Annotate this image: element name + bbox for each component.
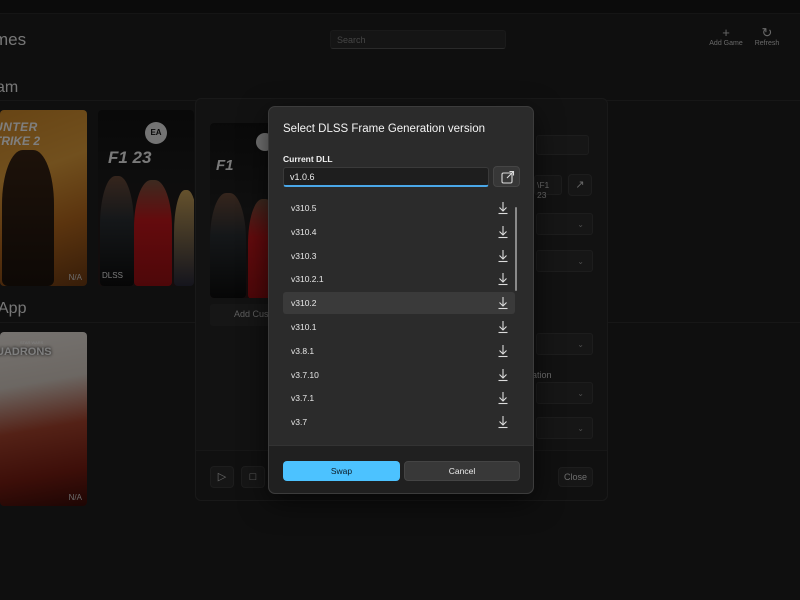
version-label: v310.2.1 — [291, 274, 324, 285]
version-item[interactable]: v310.3 — [283, 245, 515, 267]
version-label: v310.2 — [291, 298, 317, 309]
version-item[interactable]: v3.7.10 — [283, 364, 515, 386]
version-item[interactable]: v3.7.1 — [283, 387, 515, 409]
download-icon[interactable] — [497, 415, 509, 429]
download-icon[interactable] — [497, 320, 509, 334]
version-label: v310.1 — [291, 322, 317, 332]
version-label: v310.5 — [291, 203, 317, 213]
version-label: v3.7 — [291, 417, 308, 428]
current-dll-field[interactable]: v1.0.6 — [283, 167, 489, 187]
version-label: v3.8.1 — [291, 345, 315, 356]
version-item[interactable]: v310.1 — [283, 316, 515, 338]
swap-button[interactable]: Swap — [283, 461, 400, 481]
dlss-version-dialog: Select DLSS Frame Generation version Cur… — [268, 106, 534, 494]
download-icon[interactable] — [497, 201, 509, 215]
version-list[interactable]: v310.5 v310.4 v310.3 v310.2.1 v310.2 v310.1 v3… — [283, 197, 521, 437]
version-item[interactable]: v3.8.1 — [283, 340, 515, 362]
version-list-scrollbar[interactable] — [515, 207, 517, 291]
cancel-button[interactable]: Cancel — [404, 461, 520, 481]
dialog-title: Select DLSS Frame Generation version — [283, 123, 485, 135]
version-label: v310.3 — [291, 250, 317, 261]
version-item[interactable]: v3.7 — [283, 411, 515, 433]
version-item[interactable]: v310.2 — [283, 292, 515, 315]
version-item[interactable]: v310.4 — [283, 221, 515, 243]
version-label: v3.7.1 — [291, 393, 315, 404]
download-icon[interactable] — [497, 296, 509, 310]
download-icon[interactable] — [497, 225, 509, 239]
version-label: v3.7.10 — [291, 369, 319, 380]
version-item[interactable]: v310.2.1 — [283, 268, 515, 290]
download-icon[interactable] — [497, 249, 509, 263]
version-label: v310.4 — [291, 226, 317, 237]
current-dll-label: Current DLL — [283, 154, 333, 164]
version-item[interactable]: v310.5 — [283, 197, 515, 219]
external-link-icon — [501, 170, 515, 184]
open-dll-location-button[interactable] — [493, 166, 520, 187]
download-icon[interactable] — [497, 344, 509, 358]
download-icon[interactable] — [497, 368, 509, 382]
download-icon[interactable] — [497, 391, 509, 405]
download-icon[interactable] — [497, 272, 509, 286]
